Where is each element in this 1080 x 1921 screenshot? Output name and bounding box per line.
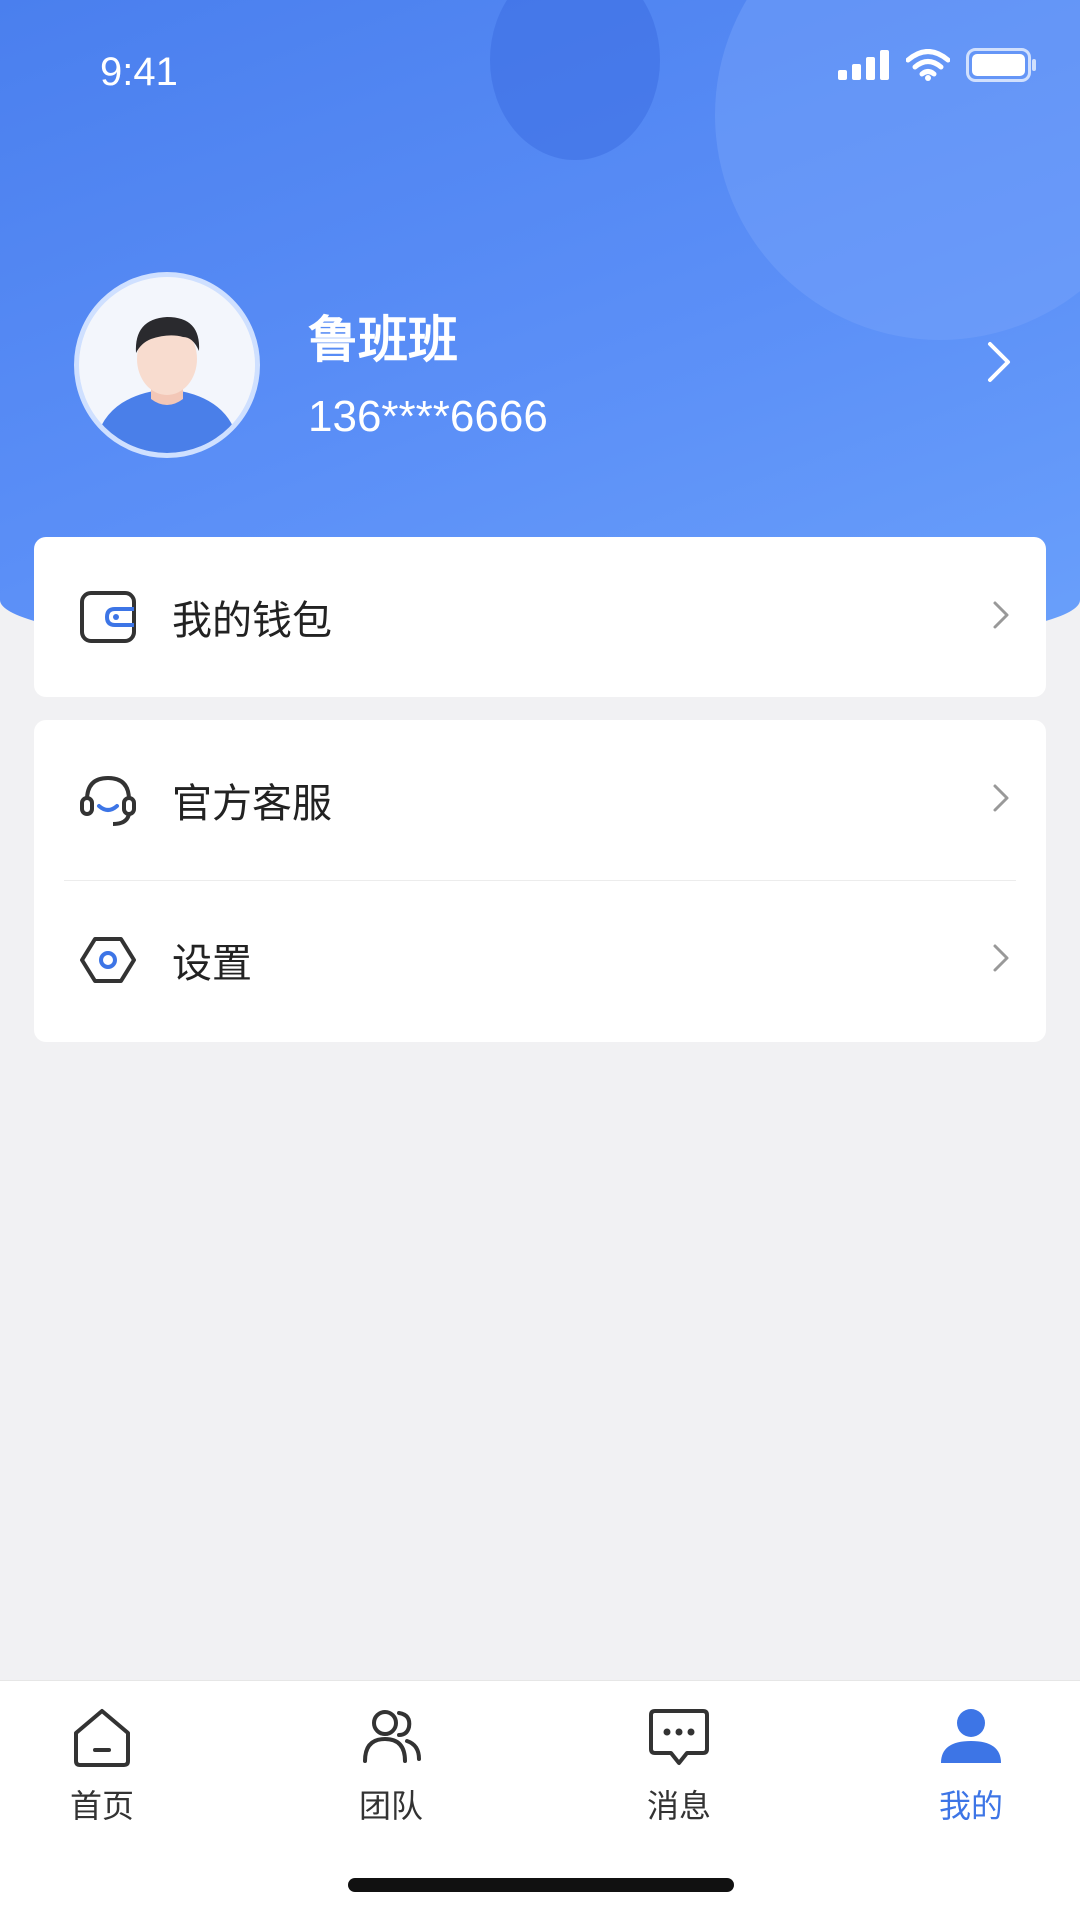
battery-icon <box>966 48 1038 86</box>
tab-messages[interactable]: 消息 <box>579 1681 779 1841</box>
tab-team[interactable]: 团队 <box>291 1681 491 1841</box>
menu-item-wallet[interactable]: 我的钱包 <box>34 537 1046 697</box>
home-indicator[interactable] <box>348 1878 734 1892</box>
status-icons <box>838 48 1038 86</box>
tab-label: 团队 <box>358 1787 423 1825</box>
wallet-card: 我的钱包 <box>34 537 1046 697</box>
avatar-illustration <box>79 277 255 453</box>
profile-icon <box>939 1705 1003 1769</box>
chevron-right-icon[interactable] <box>986 340 1012 388</box>
cellular-signal-icon <box>838 50 890 84</box>
status-time: 9:41 <box>100 50 178 94</box>
chevron-right-icon <box>992 943 1010 977</box>
home-icon <box>70 1705 134 1769</box>
menu-item-settings[interactable]: 设置 <box>34 880 1046 1040</box>
menu-label: 设置 <box>172 941 252 987</box>
avatar[interactable] <box>74 272 260 458</box>
service-settings-card: 官方客服 设置 <box>34 720 1046 1042</box>
tab-label: 我的 <box>938 1787 1003 1825</box>
headset-icon <box>78 770 138 830</box>
tab-label: 消息 <box>646 1787 711 1825</box>
chevron-right-icon <box>992 783 1010 817</box>
wallet-icon <box>78 587 138 647</box>
settings-icon <box>78 930 138 990</box>
chevron-right-icon <box>992 600 1010 634</box>
menu-item-customer-service[interactable]: 官方客服 <box>34 720 1046 880</box>
tab-mine[interactable]: 我的 <box>871 1681 1071 1841</box>
decorative-bubble <box>490 0 660 160</box>
user-name[interactable]: 鲁班班 <box>308 300 458 372</box>
menu-label: 我的钱包 <box>172 598 332 644</box>
wifi-icon <box>905 49 951 85</box>
message-icon <box>647 1705 711 1769</box>
menu-label: 官方客服 <box>172 781 332 827</box>
tab-label: 首页 <box>69 1787 134 1825</box>
team-icon <box>359 1705 423 1769</box>
user-phone: 136****6666 <box>308 392 548 441</box>
tab-home[interactable]: 首页 <box>2 1681 202 1841</box>
